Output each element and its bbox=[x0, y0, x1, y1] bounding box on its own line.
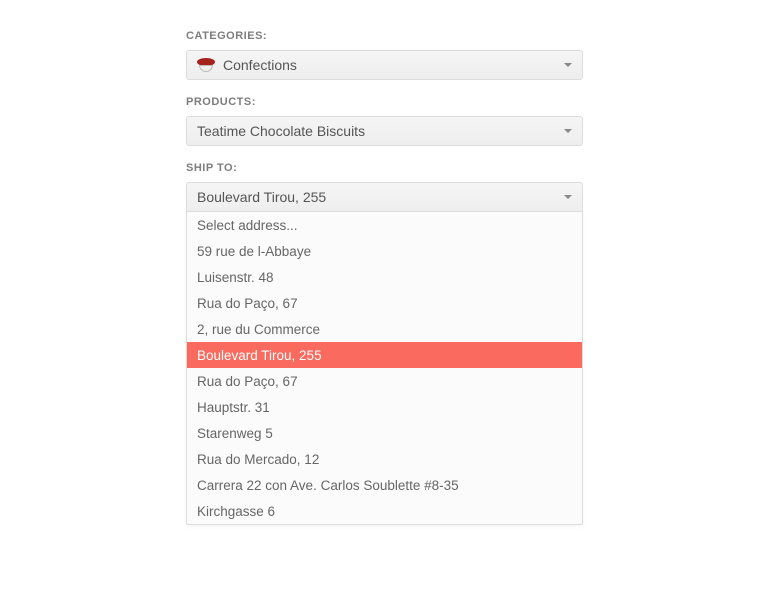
categories-label: CATEGORIES: bbox=[186, 30, 770, 42]
shipto-selected-text: Boulevard Tirou, 255 bbox=[197, 189, 556, 205]
shipto-options-list: Select address...59 rue de l-AbbayeLuise… bbox=[186, 211, 583, 525]
chevron-down-icon bbox=[564, 63, 572, 67]
shipto-option[interactable]: Rua do Paço, 67 bbox=[187, 290, 582, 316]
shipto-option[interactable]: Luisenstr. 48 bbox=[187, 264, 582, 290]
chevron-down-icon bbox=[564, 129, 572, 133]
shipto-option[interactable]: Hauptstr. 31 bbox=[187, 394, 582, 420]
products-label: PRODUCTS: bbox=[186, 96, 770, 108]
categories-dropdown[interactable]: Confections bbox=[186, 50, 583, 80]
shipto-option[interactable]: Rua do Mercado, 12 bbox=[187, 446, 582, 472]
shipto-option[interactable]: Starenweg 5 bbox=[187, 420, 582, 446]
products-selected-text: Teatime Chocolate Biscuits bbox=[197, 123, 556, 139]
shipto-option[interactable]: 59 rue de l-Abbaye bbox=[187, 238, 582, 264]
shipto-option[interactable]: Carrera 22 con Ave. Carlos Soublette #8-… bbox=[187, 472, 582, 498]
shipto-option[interactable]: Boulevard Tirou, 255 bbox=[187, 342, 582, 368]
chevron-down-icon bbox=[564, 195, 572, 199]
confections-icon bbox=[197, 58, 215, 72]
shipto-label: SHIP TO: bbox=[186, 162, 770, 174]
shipto-option[interactable]: Select address... bbox=[187, 212, 582, 238]
categories-group: CATEGORIES: Confections bbox=[186, 30, 770, 80]
shipto-group: SHIP TO: Boulevard Tirou, 255 Select add… bbox=[186, 162, 770, 525]
shipto-option[interactable]: Kirchgasse 6 bbox=[187, 498, 582, 524]
shipto-option[interactable]: Rua do Paço, 67 bbox=[187, 368, 582, 394]
shipto-option[interactable]: 2, rue du Commerce bbox=[187, 316, 582, 342]
shipto-dropdown[interactable]: Boulevard Tirou, 255 bbox=[186, 182, 583, 212]
products-dropdown[interactable]: Teatime Chocolate Biscuits bbox=[186, 116, 583, 146]
products-group: PRODUCTS: Teatime Chocolate Biscuits bbox=[186, 96, 770, 146]
categories-selected-text: Confections bbox=[223, 57, 556, 73]
